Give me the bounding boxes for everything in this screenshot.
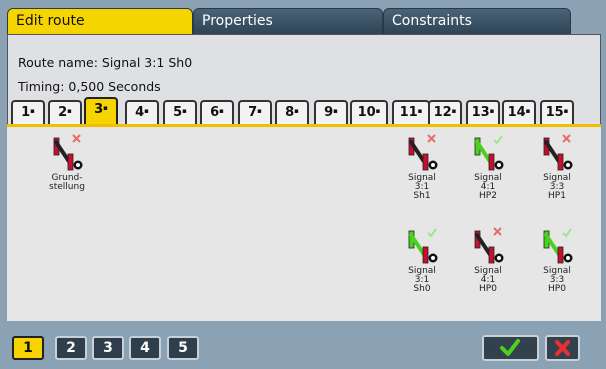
signal-inactive-icon (397, 132, 447, 172)
number-tab-9[interactable]: 9▪ (314, 100, 348, 124)
number-tab-15[interactable]: 15▪ (540, 100, 574, 124)
number-tab-label: 11 (399, 105, 418, 120)
number-tab-2[interactable]: 2▪ (48, 100, 82, 124)
number-tab-1[interactable]: 1▪ (11, 100, 45, 124)
signal-button[interactable]: Signal 4:1 HP2 (463, 132, 513, 201)
tab-edit-route[interactable]: Edit route (7, 8, 193, 34)
signal-inactive-icon (463, 225, 513, 265)
number-tab-label: 2 (58, 105, 68, 120)
page-button-5[interactable]: 5 (167, 336, 199, 360)
number-tab-6[interactable]: 6▪ (200, 100, 234, 124)
number-tab-label: 9 (324, 105, 334, 120)
signal-inactive-icon (532, 132, 582, 172)
timing-text: Timing: 0,500 Seconds (18, 79, 161, 94)
cancel-button[interactable] (545, 335, 580, 361)
signal-label: Signal 3:3 HP1 (543, 173, 571, 201)
number-tab-label: 15 (545, 105, 564, 120)
number-tab-label: 7 (248, 105, 258, 120)
number-tab-label: 14 (507, 105, 526, 120)
signal-label: Grund-stellung (49, 173, 85, 192)
page-button-3[interactable]: 3 (92, 336, 124, 360)
signal-label: Signal 4:1 HP2 (474, 173, 502, 201)
number-tab-4[interactable]: 4▪ (125, 100, 159, 124)
signal-label: Signal 4:1 HP0 (474, 266, 502, 294)
number-tab-10[interactable]: 10▪ (350, 100, 388, 124)
number-tab-label: 10 (357, 105, 376, 120)
number-tab-label: 3 (94, 102, 104, 117)
number-tab-8[interactable]: 8▪ (275, 100, 309, 124)
signal-button[interactable]: Grund-stellung (42, 132, 92, 192)
signal-active-icon (532, 225, 582, 265)
number-tab-label: 6 (210, 105, 220, 120)
signal-label: Signal 3:1 Sh1 (408, 173, 436, 201)
number-tab-14[interactable]: 14▪ (502, 100, 536, 124)
signal-button[interactable]: Signal 3:1 Sh1 (397, 132, 447, 201)
number-tab-11[interactable]: 11▪ (392, 100, 430, 124)
route-name-text: Route name: Signal 3:1 Sh0 (18, 55, 193, 70)
signal-grid: Grund-stellung Signal 3:1 Sh1 Signal 4:1 HP2 Si… (7, 127, 601, 321)
page-button-1[interactable]: 1 (12, 336, 44, 360)
signal-label: Signal 3:1 Sh0 (408, 266, 436, 294)
cross-icon (555, 340, 570, 356)
number-tab-7[interactable]: 7▪ (238, 100, 272, 124)
signal-active-icon (397, 225, 447, 265)
signal-label: Signal 3:3 HP0 (543, 266, 571, 294)
signal-button[interactable]: Signal 3:3 HP0 (532, 225, 582, 294)
number-tab-5[interactable]: 5▪ (163, 100, 197, 124)
number-tab-label: 12 (433, 105, 452, 120)
page-button-4[interactable]: 4 (129, 336, 161, 360)
number-tab-12[interactable]: 12▪ (428, 100, 462, 124)
confirm-button[interactable] (482, 335, 539, 361)
tab-constraints[interactable]: Constraints (383, 8, 571, 34)
number-tab-13[interactable]: 13▪ (466, 100, 500, 124)
number-tab-label: 1 (21, 105, 31, 120)
number-tab-3[interactable]: 3▪ (84, 97, 118, 124)
signal-active-icon (463, 132, 513, 172)
number-tab-label: 4 (135, 105, 145, 120)
checkmark-icon (500, 339, 520, 356)
app-window: Edit route Properties Constraints Route … (0, 0, 606, 369)
tab-properties[interactable]: Properties (193, 8, 383, 34)
number-tab-label: 8 (285, 105, 295, 120)
number-tab-label: 13 (471, 105, 490, 120)
signal-button[interactable]: Signal 4:1 HP0 (463, 225, 513, 294)
page-button-2[interactable]: 2 (55, 336, 87, 360)
signal-button[interactable]: Signal 3:3 HP1 (532, 132, 582, 201)
signal-button[interactable]: Signal 3:1 Sh0 (397, 225, 447, 294)
signal-inactive-icon (42, 132, 92, 172)
number-tab-label: 5 (173, 105, 183, 120)
